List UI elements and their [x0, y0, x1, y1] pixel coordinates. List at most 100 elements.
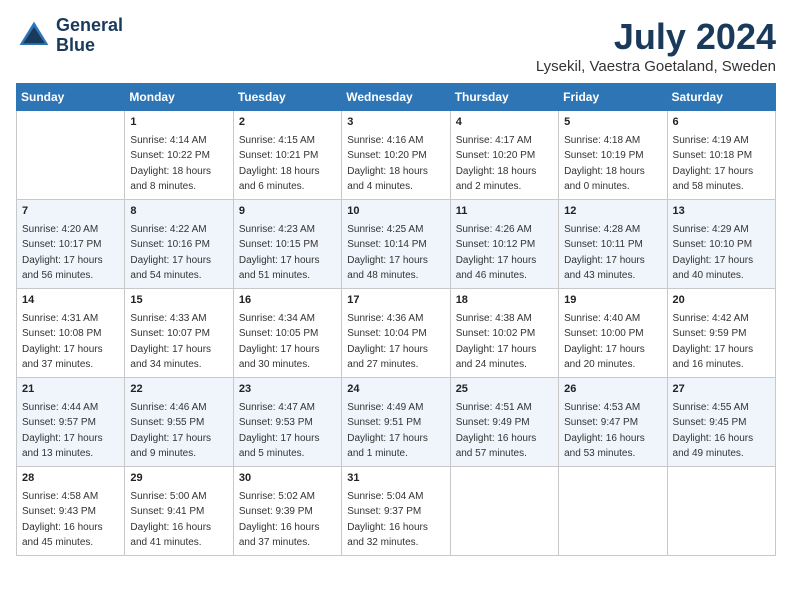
day-number: 1 — [130, 115, 227, 131]
day-number: 15 — [130, 293, 227, 309]
day-info: Sunrise: 4:34 AM Sunset: 10:05 PM Daylig… — [239, 313, 320, 371]
day-info: Sunrise: 4:42 AM Sunset: 9:59 PM Dayligh… — [673, 313, 754, 371]
day-number: 12 — [564, 204, 661, 220]
day-info: Sunrise: 4:33 AM Sunset: 10:07 PM Daylig… — [130, 313, 211, 371]
col-thursday: Thursday — [450, 84, 558, 111]
table-row: 24 Sunrise: 4:49 AM Sunset: 9:51 PM Dayli… — [342, 377, 450, 466]
day-number: 28 — [22, 471, 119, 487]
day-number: 20 — [673, 293, 770, 309]
day-number: 22 — [130, 382, 227, 398]
location-subtitle: Lysekil, Vaestra Goetaland, Sweden — [536, 58, 776, 75]
day-number: 9 — [239, 204, 336, 220]
day-info: Sunrise: 4:16 AM Sunset: 10:20 PM Daylig… — [347, 135, 428, 193]
day-number: 23 — [239, 382, 336, 398]
day-number: 3 — [347, 115, 444, 131]
calendar-week-row: 14Sunrise: 4:31 AM Sunset: 10:08 PM Dayl… — [17, 288, 776, 377]
table-row: 4 Sunrise: 4:17 AM Sunset: 10:20 PM Dayli… — [450, 111, 558, 200]
day-number: 24 — [347, 382, 444, 398]
col-friday: Friday — [559, 84, 667, 111]
table-row: 18 Sunrise: 4:38 AM Sunset: 10:02 PM Dayl… — [450, 288, 558, 377]
day-number: 10 — [347, 204, 444, 220]
day-number: 5 — [564, 115, 661, 131]
day-info: Sunrise: 4:53 AM Sunset: 9:47 PM Dayligh… — [564, 402, 645, 460]
logo-icon — [16, 18, 52, 54]
day-info: Sunrise: 4:51 AM Sunset: 9:49 PM Dayligh… — [456, 402, 537, 460]
day-number: 27 — [673, 382, 770, 398]
col-sunday: Sunday — [17, 84, 125, 111]
day-info: Sunrise: 4:47 AM Sunset: 9:53 PM Dayligh… — [239, 402, 320, 460]
day-number: 18 — [456, 293, 553, 309]
day-number: 11 — [456, 204, 553, 220]
day-number: 6 — [673, 115, 770, 131]
table-row: 11 Sunrise: 4:26 AM Sunset: 10:12 PM Dayl… — [450, 199, 558, 288]
month-year-title: July 2024 — [536, 16, 776, 58]
logo-line1: General — [56, 16, 123, 36]
day-number: 19 — [564, 293, 661, 309]
col-monday: Monday — [125, 84, 233, 111]
day-info: Sunrise: 4:26 AM Sunset: 10:12 PM Daylig… — [456, 224, 537, 282]
table-row: 6 Sunrise: 4:19 AM Sunset: 10:18 PM Dayli… — [667, 111, 775, 200]
table-row: 2Sunrise: 4:15 AM Sunset: 10:21 PM Dayli… — [233, 111, 341, 200]
table-row: 31Sunrise: 5:04 AM Sunset: 9:37 PM Dayli… — [342, 466, 450, 555]
day-number: 17 — [347, 293, 444, 309]
day-info: Sunrise: 4:46 AM Sunset: 9:55 PM Dayligh… — [130, 402, 211, 460]
calendar-week-row: 21 Sunrise: 4:44 AM Sunset: 9:57 PM Dayli… — [17, 377, 776, 466]
table-row: 20 Sunrise: 4:42 AM Sunset: 9:59 PM Dayli… — [667, 288, 775, 377]
table-row: 21 Sunrise: 4:44 AM Sunset: 9:57 PM Dayli… — [17, 377, 125, 466]
table-row: 29 Sunrise: 5:00 AM Sunset: 9:41 PM Dayli… — [125, 466, 233, 555]
day-info: Sunrise: 4:15 AM Sunset: 10:21 PM Daylig… — [239, 135, 320, 193]
day-number: 14 — [22, 293, 119, 309]
day-info: Sunrise: 4:58 AM Sunset: 9:43 PM Dayligh… — [22, 491, 103, 549]
table-row: 9Sunrise: 4:23 AM Sunset: 10:15 PM Dayli… — [233, 199, 341, 288]
day-info: Sunrise: 4:25 AM Sunset: 10:14 PM Daylig… — [347, 224, 428, 282]
day-info: Sunrise: 4:19 AM Sunset: 10:18 PM Daylig… — [673, 135, 754, 193]
day-number: 25 — [456, 382, 553, 398]
day-info: Sunrise: 5:00 AM Sunset: 9:41 PM Dayligh… — [130, 491, 211, 549]
day-info: Sunrise: 4:44 AM Sunset: 9:57 PM Dayligh… — [22, 402, 103, 460]
calendar-week-row: 7 Sunrise: 4:20 AM Sunset: 10:17 PM Dayli… — [17, 199, 776, 288]
day-number: 7 — [22, 204, 119, 220]
col-saturday: Saturday — [667, 84, 775, 111]
day-number: 16 — [239, 293, 336, 309]
table-row: 12Sunrise: 4:28 AM Sunset: 10:11 PM Dayl… — [559, 199, 667, 288]
calendar-week-row: 28 Sunrise: 4:58 AM Sunset: 9:43 PM Dayli… — [17, 466, 776, 555]
table-row: 23 Sunrise: 4:47 AM Sunset: 9:53 PM Dayli… — [233, 377, 341, 466]
day-info: Sunrise: 4:29 AM Sunset: 10:10 PM Daylig… — [673, 224, 754, 282]
table-row: 13 Sunrise: 4:29 AM Sunset: 10:10 PM Dayl… — [667, 199, 775, 288]
table-row: 14Sunrise: 4:31 AM Sunset: 10:08 PM Dayl… — [17, 288, 125, 377]
day-info: Sunrise: 4:36 AM Sunset: 10:04 PM Daylig… — [347, 313, 428, 371]
day-info: Sunrise: 4:40 AM Sunset: 10:00 PM Daylig… — [564, 313, 645, 371]
day-number: 31 — [347, 471, 444, 487]
table-row: 17 Sunrise: 4:36 AM Sunset: 10:04 PM Dayl… — [342, 288, 450, 377]
day-info: Sunrise: 4:20 AM Sunset: 10:17 PM Daylig… — [22, 224, 103, 282]
day-number: 8 — [130, 204, 227, 220]
calendar-header-row: Sunday Monday Tuesday Wednesday Thursday… — [17, 84, 776, 111]
calendar-table: Sunday Monday Tuesday Wednesday Thursday… — [16, 83, 776, 556]
day-info: Sunrise: 4:18 AM Sunset: 10:19 PM Daylig… — [564, 135, 645, 193]
day-number: 29 — [130, 471, 227, 487]
table-row — [17, 111, 125, 200]
page-header: General Blue July 2024 Lysekil, Vaestra … — [16, 16, 776, 75]
table-row: 19 Sunrise: 4:40 AM Sunset: 10:00 PM Dayl… — [559, 288, 667, 377]
table-row — [559, 466, 667, 555]
day-number: 21 — [22, 382, 119, 398]
table-row: 25 Sunrise: 4:51 AM Sunset: 9:49 PM Dayli… — [450, 377, 558, 466]
day-number: 30 — [239, 471, 336, 487]
day-info: Sunrise: 4:14 AM Sunset: 10:22 PM Daylig… — [130, 135, 211, 193]
table-row: 7 Sunrise: 4:20 AM Sunset: 10:17 PM Dayli… — [17, 199, 125, 288]
table-row: 16 Sunrise: 4:34 AM Sunset: 10:05 PM Dayl… — [233, 288, 341, 377]
day-number: 13 — [673, 204, 770, 220]
day-number: 4 — [456, 115, 553, 131]
table-row: 22 Sunrise: 4:46 AM Sunset: 9:55 PM Dayli… — [125, 377, 233, 466]
col-wednesday: Wednesday — [342, 84, 450, 111]
day-info: Sunrise: 4:17 AM Sunset: 10:20 PM Daylig… — [456, 135, 537, 193]
table-row: 5 Sunrise: 4:18 AM Sunset: 10:19 PM Dayli… — [559, 111, 667, 200]
logo-text: General Blue — [56, 16, 123, 56]
logo: General Blue — [16, 16, 123, 56]
day-info: Sunrise: 4:38 AM Sunset: 10:02 PM Daylig… — [456, 313, 537, 371]
table-row: 3 Sunrise: 4:16 AM Sunset: 10:20 PM Dayli… — [342, 111, 450, 200]
table-row: 26Sunrise: 4:53 AM Sunset: 9:47 PM Dayli… — [559, 377, 667, 466]
day-info: Sunrise: 4:49 AM Sunset: 9:51 PM Dayligh… — [347, 402, 428, 460]
logo-line2: Blue — [56, 36, 123, 56]
calendar-week-row: 1 Sunrise: 4:14 AM Sunset: 10:22 PM Dayli… — [17, 111, 776, 200]
